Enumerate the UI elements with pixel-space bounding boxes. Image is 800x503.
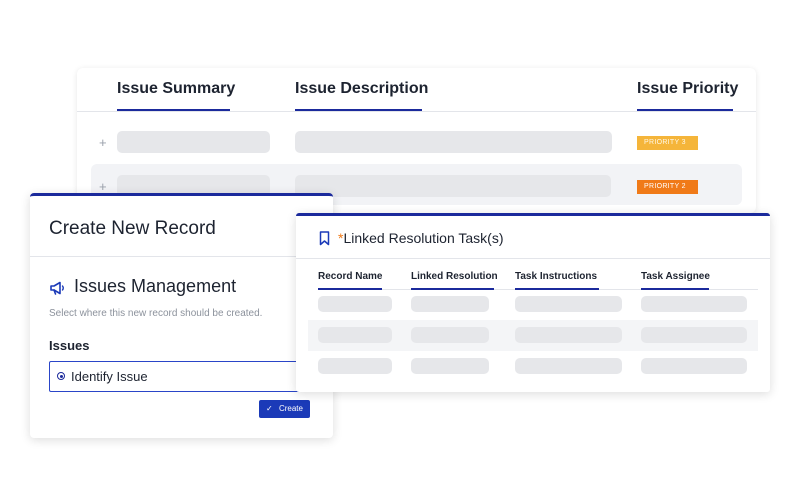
skeleton-cell (515, 296, 622, 312)
create-button-label: Create (278, 404, 303, 413)
header-underline (318, 288, 382, 290)
radio-selected-icon[interactable] (57, 372, 65, 380)
table-row[interactable] (296, 358, 770, 376)
panel-divider (296, 258, 770, 259)
header-record-name[interactable]: Record Name (318, 271, 382, 282)
skeleton-cell (641, 296, 747, 312)
expand-row-icon[interactable]: + (99, 179, 107, 194)
header-underline (641, 288, 709, 290)
skeleton-cell (641, 327, 747, 343)
radio-option-label: Identify Issue (71, 369, 148, 384)
panel-title-text: Linked Resolution Task(s) (343, 230, 504, 246)
skeleton-cell (318, 327, 392, 343)
skeleton-cell (318, 358, 392, 374)
header-task-instructions[interactable]: Task Instructions (515, 271, 597, 282)
table-row[interactable] (296, 327, 770, 345)
skeleton-cell (411, 296, 489, 312)
header-underline (411, 288, 494, 290)
table-row[interactable] (296, 296, 770, 314)
header-linked-resolution[interactable]: Linked Resolution (411, 271, 498, 282)
skeleton-cell (318, 296, 392, 312)
megaphone-icon (49, 280, 67, 296)
skeleton-cell (411, 358, 489, 374)
header-issue-description[interactable]: Issue Description (295, 80, 428, 98)
skeleton-cell (515, 327, 622, 343)
section-label: Issues (49, 338, 90, 353)
app-name: Issues Management (74, 276, 237, 296)
priority-badge: PRIORITY 3 (637, 136, 698, 150)
dialog-divider (30, 256, 333, 257)
panel-title: *Linked Resolution Task(s) (338, 230, 504, 246)
bookmark-icon (319, 231, 330, 246)
skeleton-cell (641, 358, 747, 374)
skeleton-cell (515, 358, 622, 374)
issues-table-card: Issue Summary Issue Description Issue Pr… (77, 68, 756, 213)
skeleton-cell (411, 327, 489, 343)
skeleton-cell (117, 131, 270, 153)
header-divider (77, 111, 756, 112)
priority-badge: PRIORITY 2 (637, 180, 698, 194)
create-record-dialog: Create New Record Issues Management Sele… (30, 193, 333, 438)
expand-row-icon[interactable]: + (99, 135, 107, 150)
header-underline (515, 288, 599, 290)
radio-option-identify-issue[interactable]: Identify Issue (49, 361, 321, 392)
header-issue-summary[interactable]: Issue Summary (117, 80, 235, 98)
create-button[interactable]: ✓ Create (259, 400, 310, 418)
header-task-assignee[interactable]: Task Assignee (641, 271, 710, 282)
skeleton-cell (295, 175, 611, 197)
table-row[interactable]: + PRIORITY 3 (77, 128, 756, 158)
linked-tasks-panel: *Linked Resolution Task(s) Record Name L… (296, 213, 770, 392)
check-icon: ✓ (266, 404, 273, 413)
helper-text: Select where this new record should be c… (49, 308, 263, 319)
skeleton-cell (295, 131, 612, 153)
dialog-title: Create New Record (49, 218, 216, 239)
header-issue-priority[interactable]: Issue Priority (637, 80, 738, 98)
